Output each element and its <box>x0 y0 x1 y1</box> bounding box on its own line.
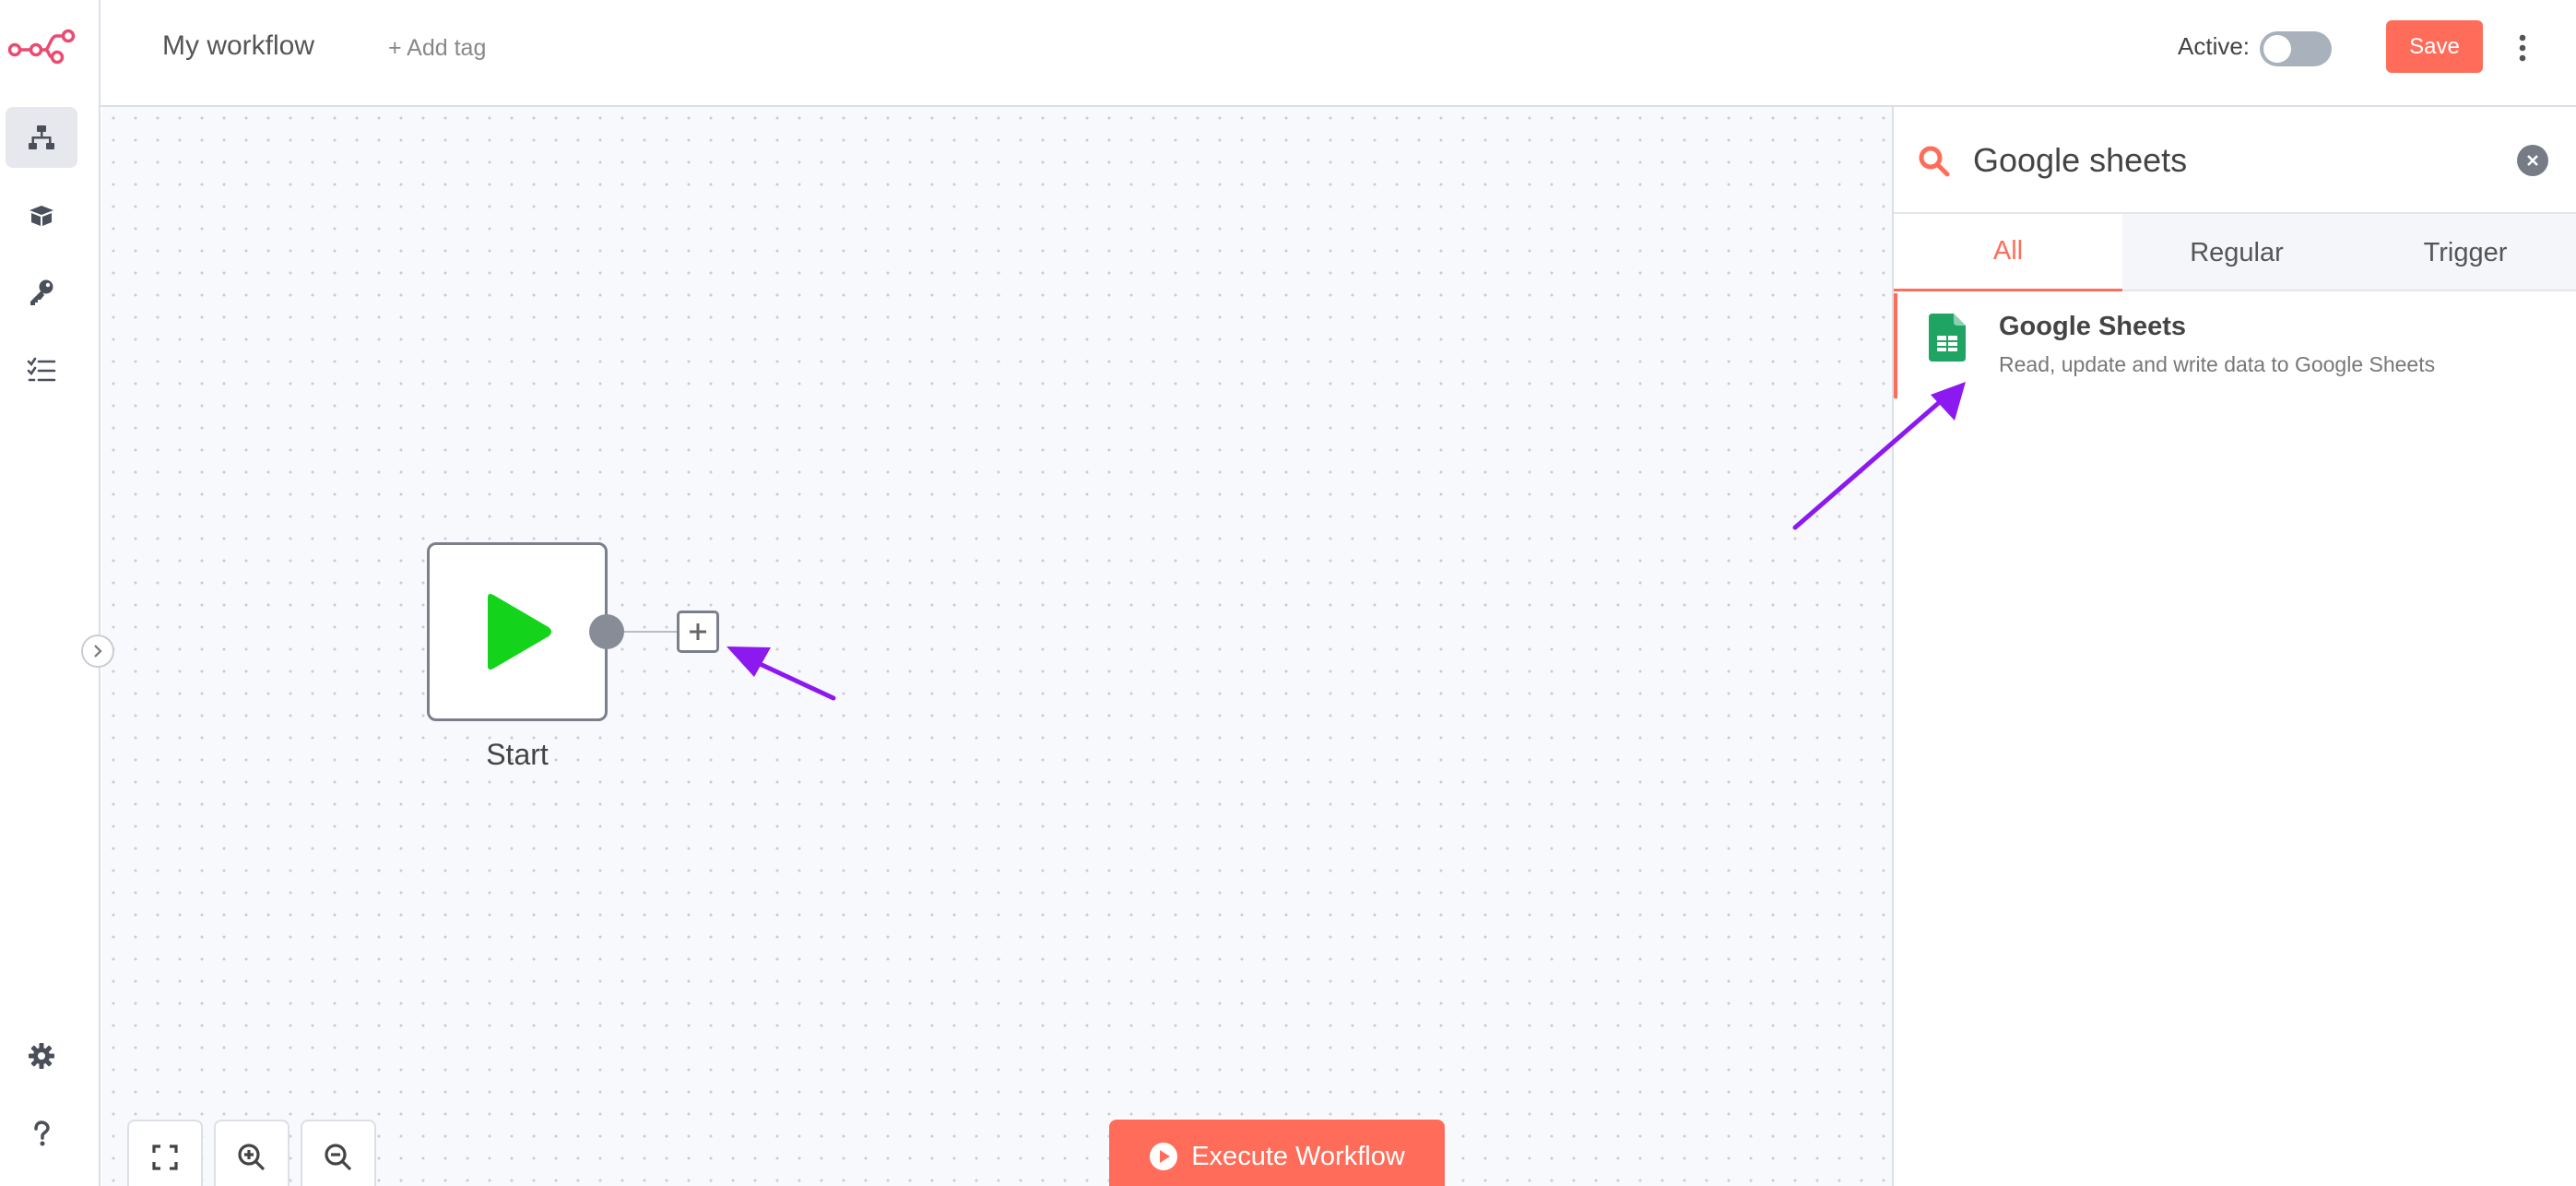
google-sheets-icon <box>1929 314 1966 362</box>
top-bar: My workflow + Add tag Active: Save <box>100 0 2576 107</box>
clear-search-button[interactable] <box>2517 145 2548 176</box>
sidebar-item-executions[interactable] <box>6 339 77 400</box>
templates-icon <box>30 206 53 226</box>
play-icon <box>488 594 551 670</box>
node-result-google-sheets[interactable]: Google Sheets Read, update and write dat… <box>1894 293 2576 398</box>
active-toggle[interactable] <box>2260 31 2332 66</box>
sidebar-item-credentials[interactable] <box>6 262 77 323</box>
zoom-to-fit-button[interactable] <box>127 1120 203 1186</box>
execute-workflow-label: Execute Workflow <box>1191 1141 1405 1171</box>
n8n-logo-icon[interactable] <box>6 26 77 68</box>
zoom-in-button[interactable] <box>214 1120 290 1186</box>
workflow-canvas[interactable]: Start Execute Workflow <box>102 107 1892 1186</box>
plus-icon <box>690 623 706 640</box>
save-button[interactable]: Save <box>2386 20 2483 73</box>
sidebar-expand-button[interactable] <box>81 635 114 668</box>
tab-trigger[interactable]: Trigger <box>2351 214 2576 291</box>
add-tag-link[interactable]: + Add tag <box>388 35 486 62</box>
active-label: Active: <box>2178 32 2251 60</box>
more-options-button[interactable] <box>2509 24 2536 72</box>
zoom-out-button[interactable] <box>301 1120 376 1186</box>
key-icon <box>30 279 53 305</box>
zoom-in-icon <box>238 1144 266 1171</box>
tab-regular[interactable]: Regular <box>2122 214 2351 291</box>
workflows-icon <box>29 125 54 149</box>
fullscreen-icon <box>152 1144 178 1170</box>
chevron-right-icon <box>94 645 102 658</box>
help-icon <box>34 1121 50 1146</box>
search-icon <box>1919 146 1950 177</box>
gear-icon <box>29 1043 54 1069</box>
node-result-description: Read, update and write data to Google Sh… <box>1999 352 2436 376</box>
toggle-knob <box>2263 35 2291 63</box>
add-node-button[interactable] <box>677 611 719 653</box>
zoom-out-icon <box>325 1144 352 1171</box>
connector-line <box>624 631 678 633</box>
n8n-editor: My workflow + Add tag Active: Save Start <box>0 0 2576 1186</box>
start-node[interactable] <box>427 542 608 721</box>
workflow-name[interactable]: My workflow <box>162 30 314 62</box>
node-output-handle[interactable] <box>589 614 624 649</box>
node-creator-panel: All Regular Trigger Google Sheets Read, … <box>1892 107 2576 1186</box>
sidebar-item-templates[interactable] <box>6 184 77 245</box>
sidebar-item-settings[interactable] <box>6 1026 77 1086</box>
node-search-input[interactable] <box>1973 135 2462 186</box>
play-circle-icon <box>1150 1143 1178 1170</box>
tab-all[interactable]: All <box>1894 214 2122 291</box>
node-result-title: Google Sheets <box>1999 312 2187 341</box>
sidebar-item-workflows[interactable] <box>6 107 77 168</box>
sidebar <box>0 0 100 1186</box>
close-icon <box>2527 155 2538 166</box>
execute-workflow-button[interactable]: Execute Workflow <box>1109 1120 1445 1186</box>
sidebar-item-help[interactable] <box>6 1103 77 1164</box>
node-type-tabs: All Regular Trigger <box>1894 214 2576 291</box>
start-node-label: Start <box>486 738 549 771</box>
vertical-dots-icon <box>2519 34 2526 62</box>
executions-list-icon <box>27 357 56 382</box>
node-search-bar <box>1894 107 2576 214</box>
